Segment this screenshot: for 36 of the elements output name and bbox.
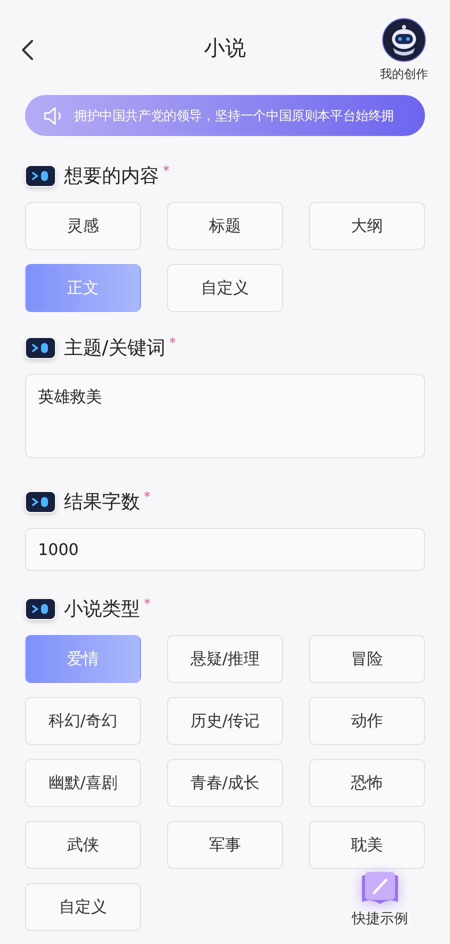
robot-avatar-icon[interactable] [382,18,426,62]
terminal-icon [25,165,56,187]
option-chip[interactable]: 自定义 [167,264,283,312]
required-mark: * [144,490,150,505]
option-chip[interactable]: 科幻/奇幻 [25,697,141,745]
required-mark: * [144,597,150,612]
terminal-icon [25,337,56,359]
option-chip[interactable]: 耽美 [309,821,425,869]
option-chip[interactable]: 悬疑/推理 [167,635,283,683]
section-title: 想要的内容 [64,164,159,189]
required-mark: * [163,164,170,179]
terminal-icon [25,598,56,620]
section-title: 小说类型 [64,597,140,622]
section-title: 主题/关键词 [64,336,166,361]
option-chip[interactable]: 标题 [167,202,283,250]
quick-example-label[interactable]: 快捷示例 [350,910,410,928]
keyword-textarea[interactable]: 英雄救美 [25,374,425,458]
option-chip[interactable]: 动作 [309,697,425,745]
word-count-field[interactable]: 1000 [25,528,425,571]
option-chip[interactable]: 军事 [167,821,283,869]
option-chip[interactable]: 幽默/喜剧 [25,759,141,807]
page-title: 小说 [203,35,247,62]
option-chip[interactable]: 大纲 [309,202,425,250]
notice-text: 拥护中国共产党的领导，坚持一个中国原则本平台始终拥 [74,108,394,124]
required-mark: * [169,336,176,351]
section-title: 结果字数 [64,490,140,515]
terminal-icon [25,491,56,513]
option-chip[interactable]: 武侠 [25,821,141,869]
option-chip[interactable]: 灵感 [25,202,141,250]
back-icon[interactable] [20,39,36,61]
option-chip[interactable]: 自定义 [25,883,141,931]
option-chip[interactable]: 青春/成长 [167,759,283,807]
option-chip[interactable]: 恐怖 [309,759,425,807]
my-creations-link[interactable]: 我的创作 [380,66,428,83]
option-chip[interactable]: 冒险 [309,635,425,683]
option-chip[interactable]: 历史/传记 [167,697,283,745]
